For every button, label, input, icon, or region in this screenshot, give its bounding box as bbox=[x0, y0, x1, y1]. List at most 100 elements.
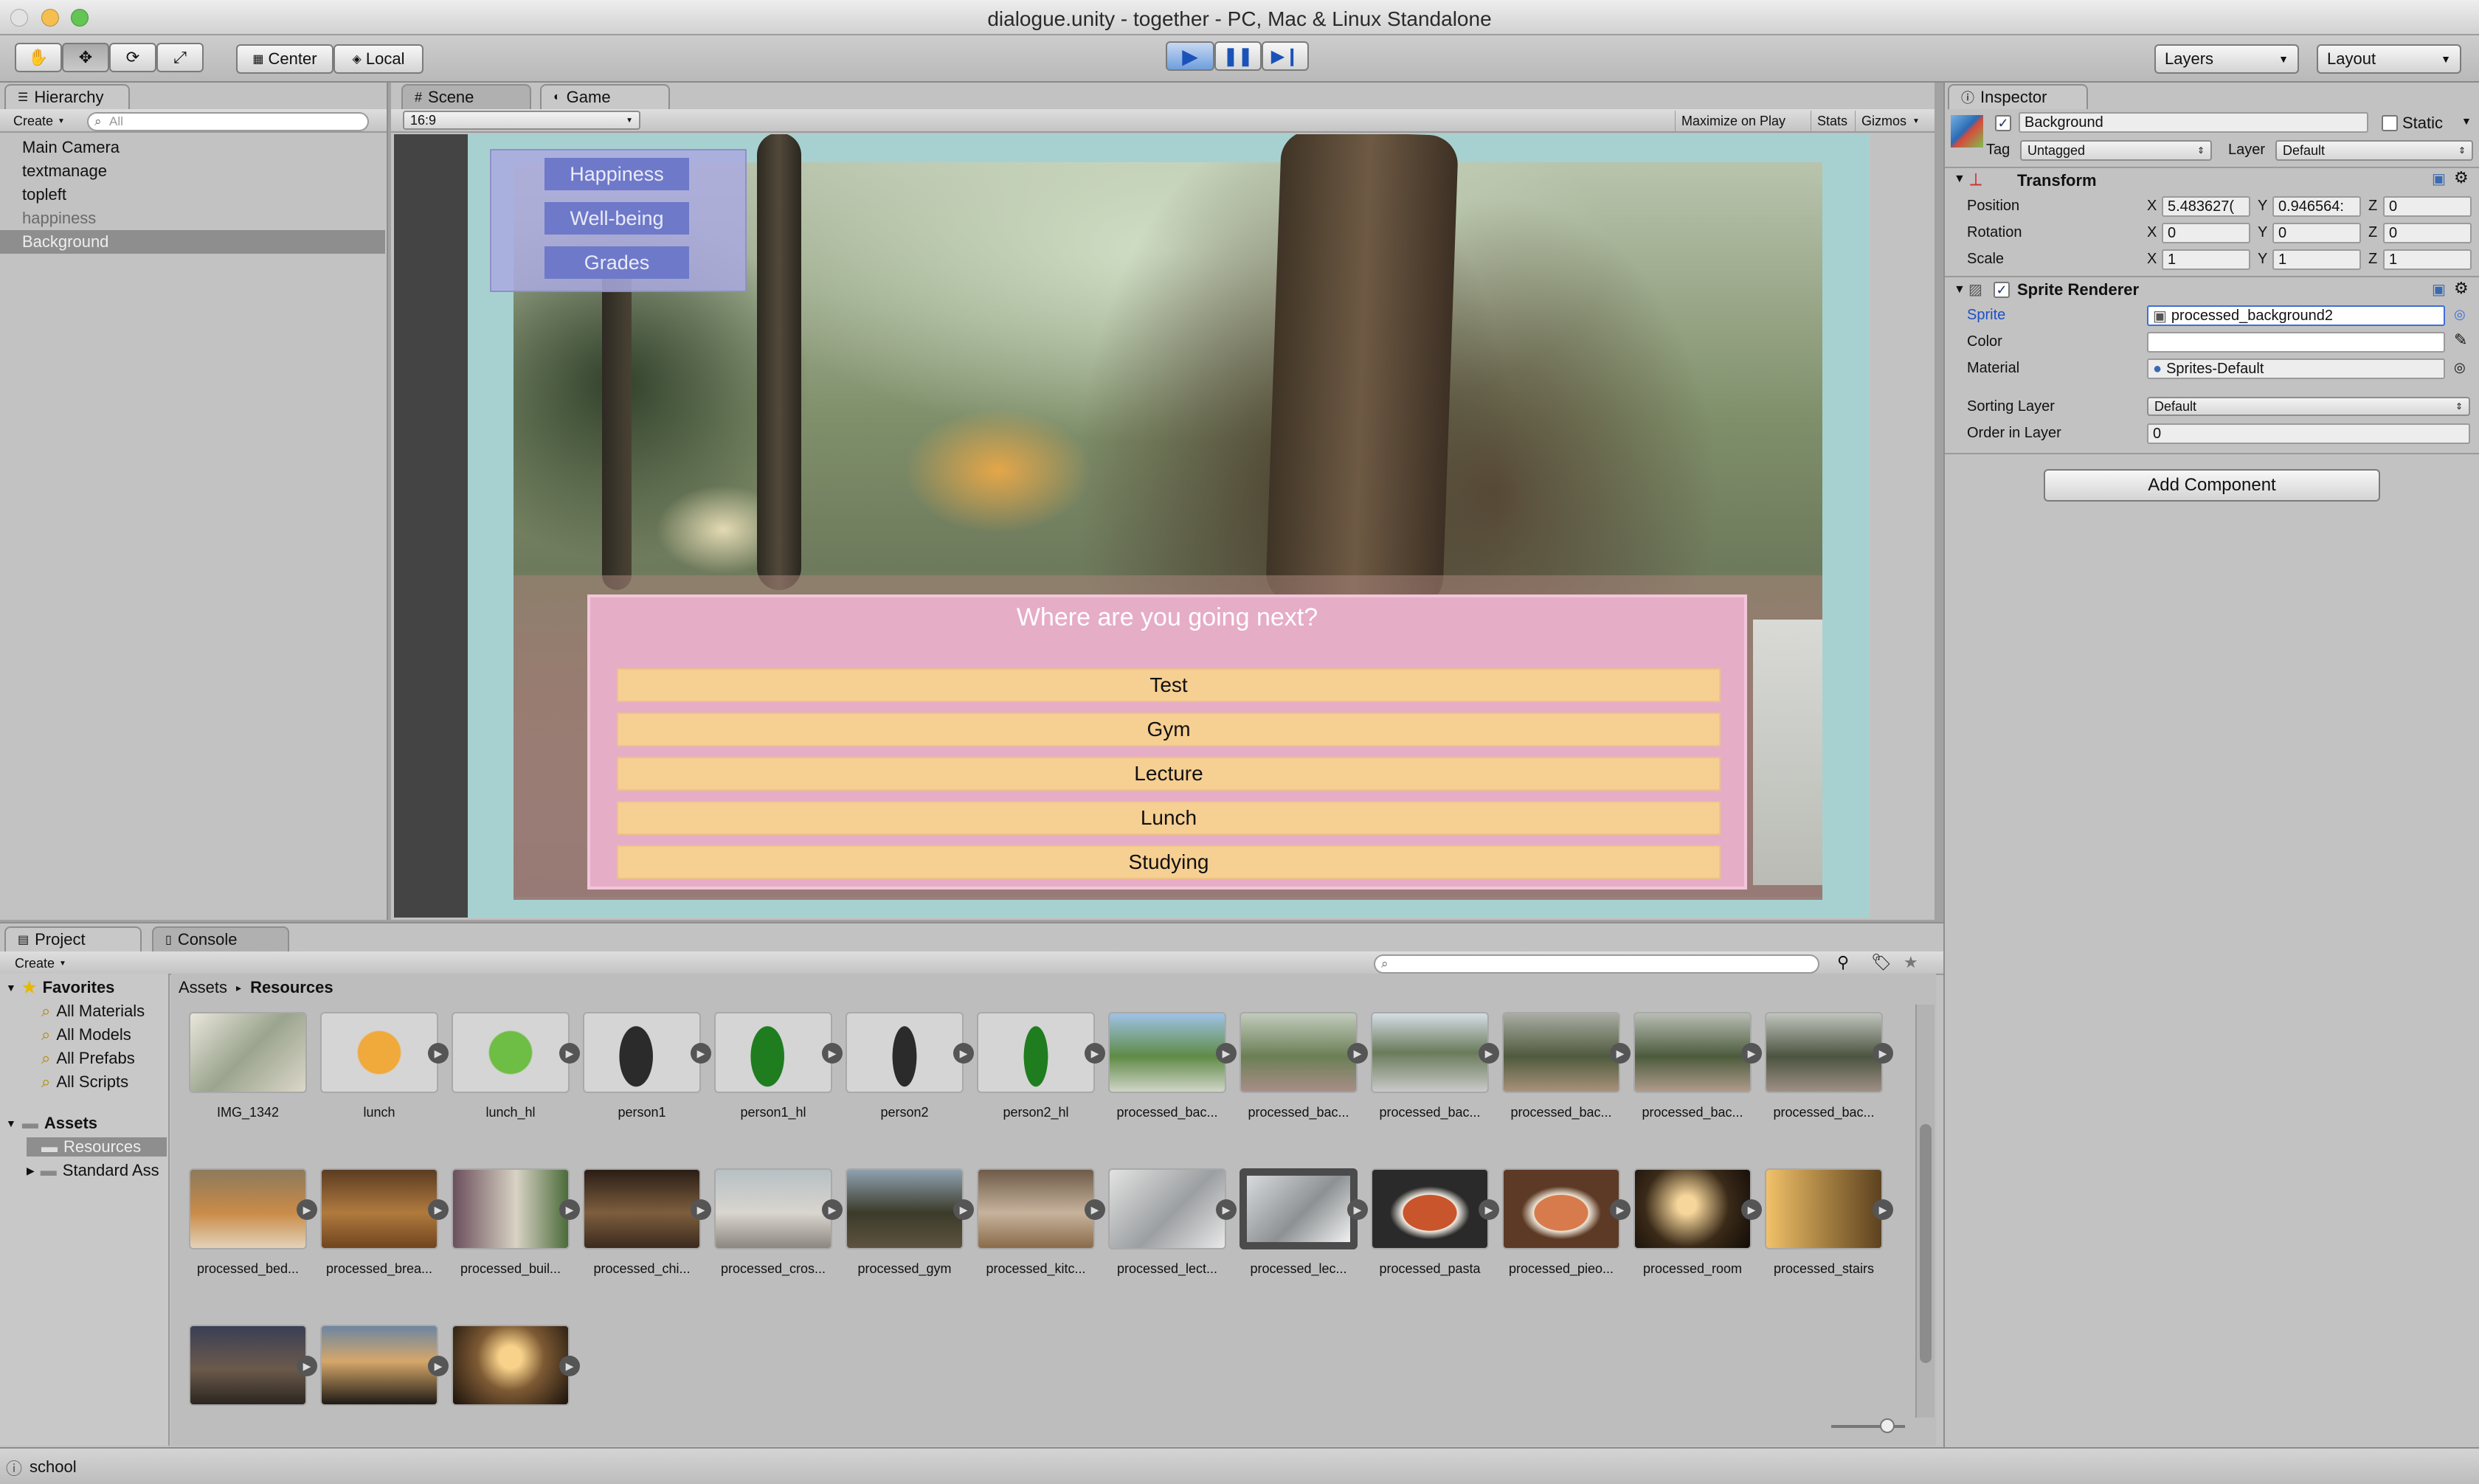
active-checkbox[interactable]: ✓ bbox=[1995, 115, 2011, 131]
tab-game[interactable]: ◐ Game bbox=[540, 84, 670, 109]
favorite-item[interactable]: ⌕ All Models bbox=[41, 1025, 131, 1044]
play-button[interactable]: ▶ bbox=[1166, 41, 1214, 71]
hand-tool-button[interactable]: ✋ bbox=[15, 43, 62, 72]
layout-dropdown[interactable]: Layout ▼ bbox=[2317, 44, 2461, 74]
position-z-field[interactable]: 0 bbox=[2383, 196, 2472, 217]
favorite-item[interactable]: ⌕ All Scripts bbox=[41, 1072, 128, 1092]
filter-type-icon[interactable]: ⚲ bbox=[1837, 953, 1849, 972]
hierarchy-create-button[interactable]: Create ▼ bbox=[13, 111, 65, 131]
asset-tile[interactable]: ▶ bbox=[189, 1325, 317, 1457]
expand-sprite-icon[interactable]: ▶ bbox=[1479, 1043, 1499, 1064]
breadcrumb-resources[interactable]: Resources bbox=[250, 978, 333, 997]
asset-tile[interactable]: ▶ processed_bac... bbox=[1765, 1012, 1893, 1145]
asset-tile[interactable]: ▶ bbox=[320, 1325, 449, 1457]
asset-tile[interactable]: ▶ processed_bac... bbox=[1240, 1012, 1368, 1145]
sprite-renderer-enabled-checkbox[interactable]: ✓ bbox=[1994, 282, 2010, 298]
asset-tile[interactable]: ▶ person2_hl bbox=[977, 1012, 1105, 1145]
star-icon[interactable]: ★ bbox=[1904, 953, 1918, 972]
tab-scene[interactable]: # Scene bbox=[401, 84, 531, 109]
asset-tile[interactable]: ▶ processed_buil... bbox=[452, 1168, 580, 1301]
asset-tile[interactable]: ▶ lunch bbox=[320, 1012, 449, 1145]
scale-y-field[interactable]: 1 bbox=[2272, 249, 2361, 270]
expand-sprite-icon[interactable]: ▶ bbox=[822, 1043, 843, 1064]
choice-button-studying[interactable]: Studying bbox=[617, 845, 1721, 879]
expand-sprite-icon[interactable]: ▶ bbox=[297, 1356, 317, 1376]
asset-tile[interactable]: ▶ lunch_hl bbox=[452, 1012, 580, 1145]
expand-sprite-icon[interactable]: ▶ bbox=[1610, 1199, 1631, 1220]
help-icon[interactable]: ▣ bbox=[2432, 170, 2446, 188]
expand-sprite-icon[interactable]: ▶ bbox=[428, 1356, 449, 1376]
folder-standard-assets[interactable]: ▶ ▬ Standard Ass bbox=[27, 1161, 159, 1180]
expand-sprite-icon[interactable]: ▶ bbox=[428, 1199, 449, 1220]
assets-folder[interactable]: ▼ ▬ Assets bbox=[6, 1114, 97, 1133]
expand-sprite-icon[interactable]: ▶ bbox=[953, 1043, 974, 1064]
hierarchy-item[interactable]: Main Camera bbox=[0, 136, 385, 159]
asset-tile[interactable]: ▶ processed_room bbox=[1633, 1168, 1762, 1301]
pivot-center-button[interactable]: ▦ Center bbox=[236, 44, 333, 74]
material-field[interactable]: ● Sprites-Default bbox=[2147, 358, 2445, 379]
expand-sprite-icon[interactable]: ▶ bbox=[559, 1199, 580, 1220]
expand-sprite-icon[interactable]: ▶ bbox=[1610, 1043, 1631, 1064]
gear-icon[interactable]: ⚙ bbox=[2454, 168, 2469, 187]
asset-tile[interactable]: ▶ bbox=[452, 1325, 580, 1457]
order-in-layer-field[interactable]: 0 bbox=[2147, 423, 2470, 444]
choice-button-gym[interactable]: Gym bbox=[617, 712, 1721, 746]
scale-tool-button[interactable]: ⤢ bbox=[156, 43, 204, 72]
layer-dropdown[interactable]: Default ⇕ bbox=[2275, 140, 2473, 161]
asset-tile[interactable]: ▶ processed_bac... bbox=[1502, 1012, 1631, 1145]
position-x-field[interactable]: 5.483627( bbox=[2162, 196, 2250, 217]
hierarchy-item-selected[interactable]: Background bbox=[0, 230, 385, 254]
static-checkbox[interactable] bbox=[2382, 115, 2398, 131]
object-picker-icon[interactable]: ◎ bbox=[2454, 360, 2466, 375]
expand-sprite-icon[interactable]: ▶ bbox=[1085, 1199, 1105, 1220]
asset-tile[interactable]: ▶ processed_chi... bbox=[583, 1168, 711, 1301]
tab-project[interactable]: ▤ Project bbox=[4, 926, 142, 951]
sorting-layer-dropdown[interactable]: Default ⇕ bbox=[2147, 397, 2470, 416]
asset-scrollbar[interactable] bbox=[1915, 1005, 1935, 1418]
expand-sprite-icon[interactable]: ▶ bbox=[559, 1356, 580, 1376]
maximize-on-play-toggle[interactable]: Maximize on Play bbox=[1675, 111, 1791, 131]
expand-sprite-icon[interactable]: ▶ bbox=[1085, 1043, 1105, 1064]
expand-sprite-icon[interactable]: ▶ bbox=[1873, 1199, 1893, 1220]
foldout-arrow-icon[interactable]: ▼ bbox=[1954, 173, 1965, 186]
expand-sprite-icon[interactable]: ▶ bbox=[1216, 1043, 1237, 1064]
asset-tile[interactable]: ▶ processed_gym bbox=[846, 1168, 974, 1301]
tab-console[interactable]: ▯ Console bbox=[152, 926, 289, 951]
object-picker-icon[interactable]: ◎ bbox=[2454, 307, 2466, 322]
asset-tile[interactable]: ▶ person1_hl bbox=[714, 1012, 843, 1145]
expand-sprite-icon[interactable]: ▶ bbox=[559, 1043, 580, 1064]
expand-sprite-icon[interactable]: ▶ bbox=[822, 1199, 843, 1220]
expand-sprite-icon[interactable]: ▶ bbox=[428, 1043, 449, 1064]
gizmos-dropdown[interactable]: Gizmos ▼ bbox=[1855, 111, 1926, 131]
move-tool-button[interactable]: ✥ bbox=[62, 43, 109, 72]
asset-tile[interactable]: IMG_1342 bbox=[189, 1012, 307, 1145]
expand-sprite-icon[interactable]: ▶ bbox=[1741, 1043, 1762, 1064]
hierarchy-item[interactable]: topleft bbox=[0, 183, 385, 207]
rotation-y-field[interactable]: 0 bbox=[2272, 223, 2361, 243]
object-name-field[interactable]: Background bbox=[2019, 112, 2368, 133]
help-icon[interactable]: ▣ bbox=[2432, 280, 2446, 299]
hierarchy-search-input[interactable]: ⌕ All bbox=[87, 112, 369, 131]
expand-sprite-icon[interactable]: ▶ bbox=[1479, 1199, 1499, 1220]
scrollbar-thumb[interactable] bbox=[1920, 1124, 1932, 1363]
expand-sprite-icon[interactable]: ▶ bbox=[1741, 1199, 1762, 1220]
scale-z-field[interactable]: 1 bbox=[2383, 249, 2472, 270]
asset-tile[interactable]: ▶ processed_kitc... bbox=[977, 1168, 1105, 1301]
asset-tile[interactable]: ▶ processed_brea... bbox=[320, 1168, 449, 1301]
choice-button-lunch[interactable]: Lunch bbox=[617, 801, 1721, 835]
expand-sprite-icon[interactable]: ▶ bbox=[1347, 1043, 1368, 1064]
asset-tile[interactable]: ▶ processed_lec... bbox=[1240, 1168, 1368, 1301]
asset-tile[interactable]: ▶ processed_bac... bbox=[1633, 1012, 1762, 1145]
step-button[interactable]: ▶❙ bbox=[1262, 41, 1309, 71]
pause-button[interactable]: ❚❚ bbox=[1214, 41, 1262, 71]
rotate-tool-button[interactable]: ⟳ bbox=[109, 43, 156, 72]
choice-button-lecture[interactable]: Lecture bbox=[617, 757, 1721, 791]
stats-toggle[interactable]: Stats bbox=[1811, 111, 1853, 131]
favorite-item[interactable]: ⌕ All Prefabs bbox=[41, 1049, 135, 1068]
add-component-button[interactable]: Add Component bbox=[2044, 469, 2380, 502]
favorites-folder[interactable]: ▼ ★ Favorites bbox=[6, 978, 114, 997]
gear-icon[interactable]: ⚙ bbox=[2454, 279, 2469, 298]
happiness-button[interactable]: Happiness bbox=[544, 158, 689, 190]
pivot-local-button[interactable]: ◈ Local bbox=[333, 44, 423, 74]
favorite-item[interactable]: ⌕ All Materials bbox=[41, 1002, 145, 1021]
